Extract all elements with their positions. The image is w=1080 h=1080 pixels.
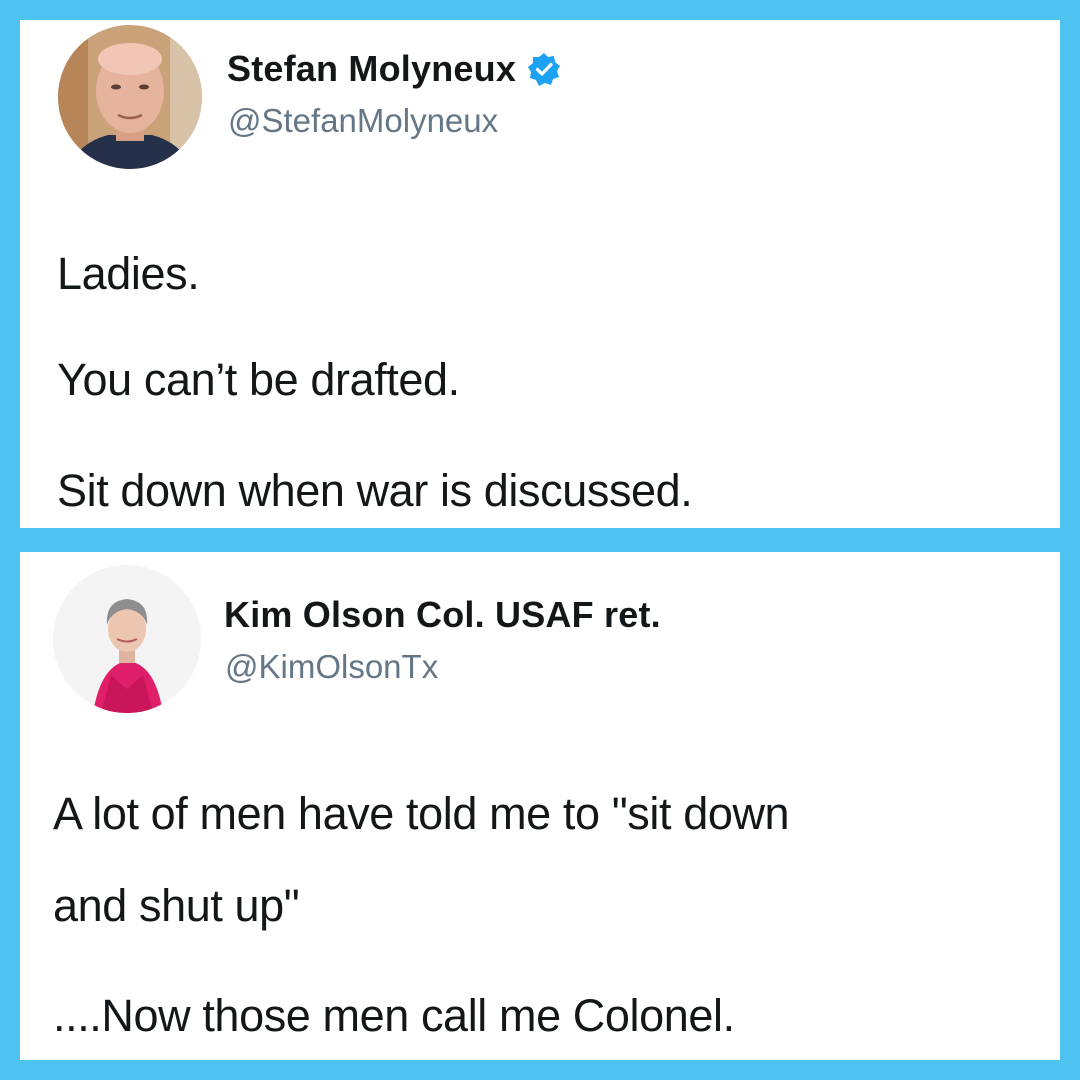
man-portrait-avatar <box>58 25 202 169</box>
author-name-row: Stefan Molyneux <box>227 46 561 92</box>
display-name[interactable]: Kim Olson Col. USAF ret. <box>224 594 661 636</box>
woman-portrait-avatar <box>53 565 201 713</box>
verified-badge-icon <box>527 52 561 86</box>
avatar[interactable] <box>58 25 202 169</box>
avatar[interactable] <box>53 565 201 713</box>
tweet-text-line: Sit down when war is discussed. <box>57 465 693 516</box>
tweet-card-1: Stefan Molyneux @StefanMolyneux Ladies. … <box>20 20 1060 528</box>
author-name-row: Kim Olson Col. USAF ret. <box>224 592 661 638</box>
tweet-text-line: A lot of men have told me to "sit down <box>53 788 790 839</box>
tweet-text-line: ....Now those men call me Colonel. <box>53 990 735 1041</box>
tweet-card-2: Kim Olson Col. USAF ret. @KimOlsonTx A l… <box>20 552 1060 1060</box>
display-name[interactable]: Stefan Molyneux <box>227 48 516 90</box>
user-handle[interactable]: @KimOlsonTx <box>225 648 438 686</box>
tweet-text-line: You can’t be drafted. <box>57 354 460 405</box>
tweet-text-line: and shut up" <box>53 880 300 931</box>
tweet-text-line: Ladies. <box>57 248 200 299</box>
user-handle[interactable]: @StefanMolyneux <box>228 102 498 140</box>
